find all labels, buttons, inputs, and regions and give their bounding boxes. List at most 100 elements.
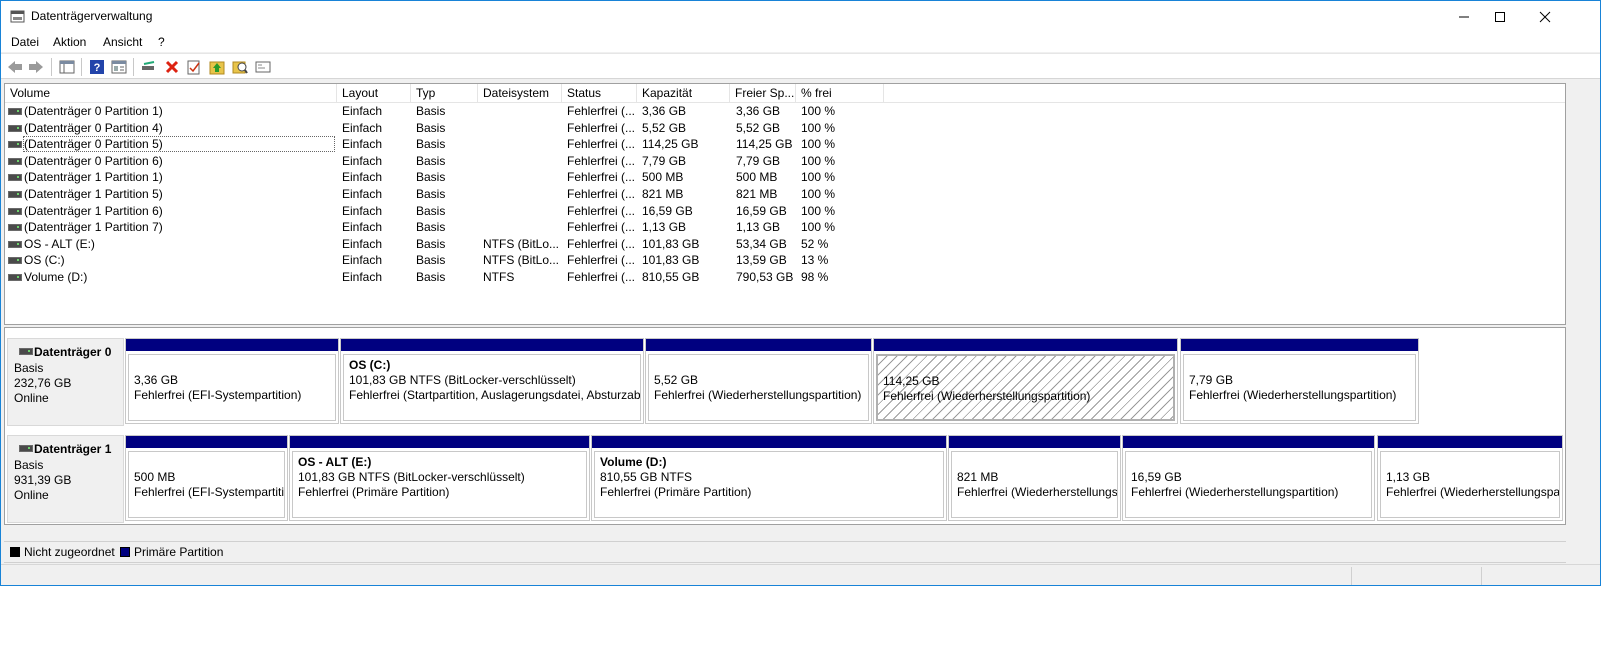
disk-management-window: Datenträgerverwaltung Datei Aktion Ansic…: [0, 0, 1601, 586]
column-header-prozent-frei[interactable]: % frei: [796, 84, 884, 102]
partition[interactable]: 16,59 GB Fehlerfrei (Wiederherstellungspa…: [1122, 435, 1375, 521]
column-header-volume[interactable]: Volume: [5, 84, 337, 102]
up-arrow-icon[interactable]: [208, 58, 226, 76]
table-row[interactable]: (Datenträger 0 Partition 5) Einfach Basis F…: [5, 136, 1565, 153]
cell-dateisystem: NTFS: [483, 270, 515, 284]
partition-color-bar: [290, 436, 589, 448]
partition-body: 7,79 GB Fehlerfrei (Wiederherstellungspar…: [1183, 354, 1416, 421]
partition[interactable]: 5,52 GB Fehlerfrei (Wiederherstellungspar…: [645, 338, 872, 424]
search-icon[interactable]: [231, 58, 249, 76]
table-row[interactable]: (Datenträger 0 Partition 4) Einfach Basis F…: [5, 120, 1565, 137]
volume-icon: [8, 157, 22, 165]
partition-size: 101,83 GB NTFS (BitLocker-verschlüsselt): [298, 470, 525, 484]
partition-body: OS - ALT (E:) 101,83 GB NTFS (BitLocker-v…: [292, 451, 587, 518]
partition-title: OS - ALT (E:): [298, 455, 372, 469]
cell-volume: (Datenträger 0 Partition 1): [24, 104, 163, 118]
partition-size: 5,52 GB: [654, 373, 699, 387]
disk-info[interactable]: Datenträger 0 Basis 232,76 GB Online: [7, 338, 124, 426]
table-row[interactable]: Volume (D:) Einfach Basis NTFS Fehlerfrei (.…: [5, 269, 1565, 286]
partition-status: Fehlerfrei (Wiederherstellungspartition): [883, 389, 1091, 403]
cell-prozent-frei: 98 %: [801, 270, 829, 284]
table-row[interactable]: (Datenträger 1 Partition 1) Einfach Basis F…: [5, 169, 1565, 186]
partition[interactable]: 7,79 GB Fehlerfrei (Wiederherstellungspar…: [1180, 338, 1419, 424]
menu-ansicht[interactable]: Ansicht: [103, 35, 142, 49]
cell-status: Fehlerfrei (...: [567, 253, 635, 268]
table-row[interactable]: (Datenträger 1 Partition 6) Einfach Basis F…: [5, 203, 1565, 220]
cell-kapazitaet: 16,59 GB: [642, 203, 693, 218]
disk-row: Datenträger 0 Basis 232,76 GB Online 3,36 GB…: [5, 336, 1565, 428]
partition-status: Fehlerfrei (Startpartition, Auslagerungs…: [349, 388, 641, 402]
partition[interactable]: 500 MB Fehlerfrei (EFI-Systempartitic: [125, 435, 288, 521]
cell-typ: Basis: [416, 120, 446, 135]
column-header-typ[interactable]: Typ: [411, 84, 478, 102]
partition[interactable]: 821 MB Fehlerfrei (Wiederherstellungsp: [948, 435, 1121, 521]
partition-size: 101,83 GB NTFS (BitLocker-verschlüsselt): [349, 373, 576, 387]
status-bar-separator: [1481, 567, 1482, 585]
cell-freier-speicher: 821 MB: [736, 187, 778, 201]
check-icon[interactable]: [185, 58, 203, 76]
partition[interactable]: 114,25 GB Fehlerfrei (Wiederherstellungsp…: [873, 338, 1178, 424]
menu-help[interactable]: ?: [158, 35, 165, 49]
partition[interactable]: 1,13 GB Fehlerfrei (Wiederherstellungspar…: [1377, 435, 1563, 521]
cell-typ: Basis: [416, 220, 446, 235]
partition-body: 5,52 GB Fehlerfrei (Wiederherstellungspar…: [648, 354, 869, 421]
table-row[interactable]: OS (C:) Einfach Basis NTFS (BitLo... Fehlerf…: [5, 252, 1565, 269]
table-row[interactable]: OS - ALT (E:) Einfach Basis NTFS (BitLo... F…: [5, 236, 1565, 253]
table-row[interactable]: (Datenträger 1 Partition 5) Einfach Basis F…: [5, 186, 1565, 203]
disk-info[interactable]: Datenträger 1 Basis 931,39 GB Online: [7, 435, 124, 523]
cell-freier-speicher: 500 MB: [736, 170, 778, 185]
partition-title: Volume (D:): [600, 455, 667, 469]
cell-prozent-frei: 13 %: [801, 253, 829, 268]
window-icon[interactable]: [254, 58, 272, 76]
partition-color-bar: [126, 339, 338, 351]
cell-freier-speicher: 114,25 GB: [736, 137, 793, 152]
cell-kapazitaet: 821 MB: [642, 187, 684, 201]
column-header-status[interactable]: Status: [562, 84, 637, 102]
cell-kapazitaet: 101,83 GB: [642, 253, 700, 268]
cell-prozent-frei: 100 %: [801, 187, 836, 201]
partition-status: Fehlerfrei (Wiederherstellungsp: [957, 485, 1118, 499]
show-hide-console-tree-icon[interactable]: [58, 58, 76, 76]
cell-freier-speicher: 53,34 GB: [736, 236, 787, 251]
cell-prozent-frei: 100 %: [801, 153, 836, 168]
disk-icon: [19, 445, 33, 452]
disk-status: Online: [14, 391, 49, 405]
connect-icon[interactable]: [140, 58, 158, 76]
partition-size: 114,25 GB: [883, 374, 940, 388]
column-header-kapazitaet[interactable]: Kapazität: [637, 84, 730, 102]
cell-typ: Basis: [416, 187, 446, 201]
cell-kapazitaet: 1,13 GB: [642, 220, 687, 235]
disk-graph-view: Datenträger 0 Basis 232,76 GB Online 3,36 GB…: [4, 327, 1566, 525]
table-row[interactable]: (Datenträger 0 Partition 1) Einfach Basis F…: [5, 103, 1565, 120]
legend-swatch-unallocated: [10, 547, 20, 557]
status-bar-separator: [1351, 567, 1352, 585]
partition-color-bar: [949, 436, 1120, 448]
disk-type: Basis: [14, 458, 44, 472]
close-button[interactable]: [1522, 1, 1568, 32]
cell-status: Fehlerfrei (...: [567, 104, 635, 118]
cell-kapazitaet: 101,83 GB: [642, 236, 700, 251]
column-header-layout[interactable]: Layout: [337, 84, 411, 102]
menu-aktion[interactable]: Aktion: [53, 35, 86, 49]
cell-kapazitaet: 810,55 GB: [642, 270, 700, 284]
delete-icon[interactable]: [163, 58, 181, 76]
partition[interactable]: OS - ALT (E:) 101,83 GB NTFS (BitLocker-v…: [289, 435, 590, 521]
cell-volume: (Datenträger 0 Partition 5): [23, 136, 335, 153]
volume-list[interactable]: Volume Layout Typ Dateisystem Status Kap…: [4, 83, 1566, 325]
partition[interactable]: 3,36 GB Fehlerfrei (EFI-Systempartition): [125, 338, 339, 424]
column-header-freier-speicher[interactable]: Freier Sp...: [730, 84, 796, 102]
partition-status: Fehlerfrei (Wiederherstellungspartition): [1131, 485, 1339, 499]
properties-icon[interactable]: [110, 58, 128, 76]
disk-name: Datenträger 1: [34, 442, 112, 456]
back-arrow-icon[interactable]: [6, 58, 24, 76]
column-header-dateisystem[interactable]: Dateisystem: [478, 84, 562, 102]
menu-datei[interactable]: Datei: [11, 35, 39, 49]
cell-status: Fehlerfrei (...: [567, 120, 635, 135]
forward-arrow-icon[interactable]: [27, 58, 45, 76]
maximize-button[interactable]: [1477, 1, 1523, 32]
table-row[interactable]: (Datenträger 0 Partition 6) Einfach Basis F…: [5, 153, 1565, 170]
help-icon[interactable]: ?: [88, 58, 106, 76]
partition[interactable]: Volume (D:) 810,55 GB NTFS Fehlerfrei (Pri…: [591, 435, 947, 521]
partition[interactable]: OS (C:) 101,83 GB NTFS (BitLocker-verschl…: [340, 338, 644, 424]
table-row[interactable]: (Datenträger 1 Partition 7) Einfach Basis F…: [5, 219, 1565, 236]
